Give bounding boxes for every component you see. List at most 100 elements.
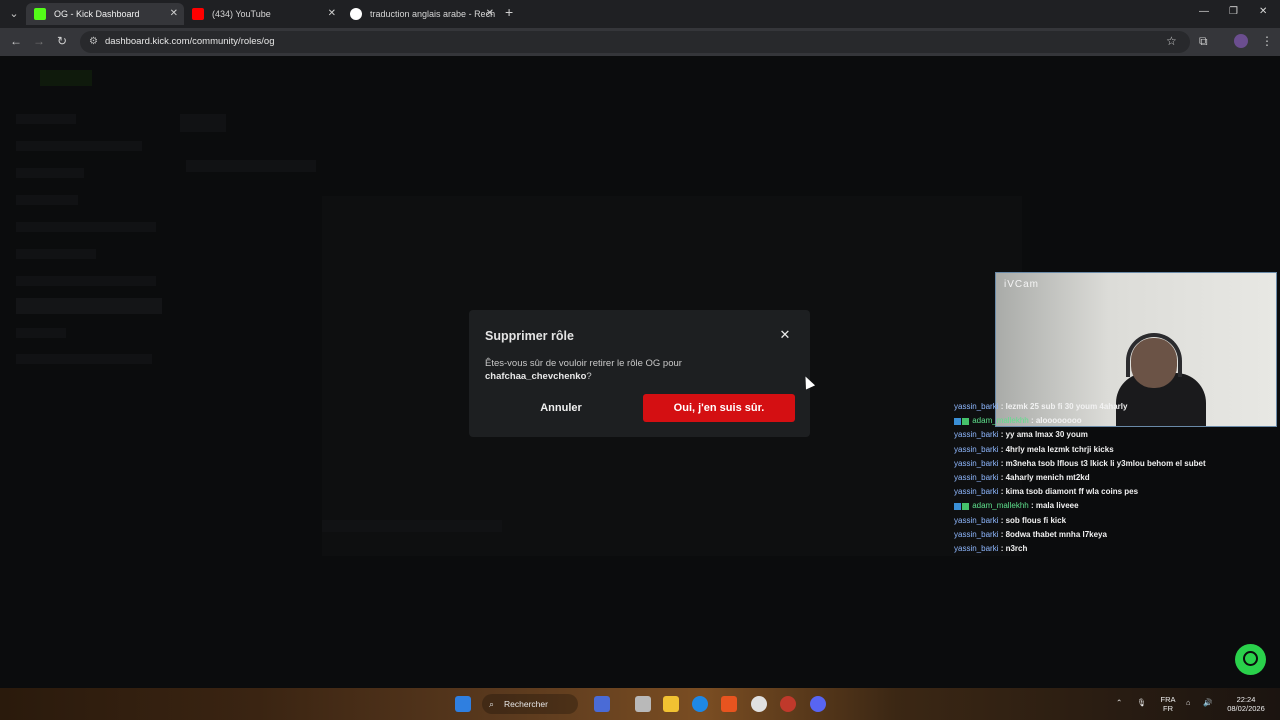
headset-icon xyxy=(1243,651,1258,666)
bookmark-star-icon[interactable]: ☆ xyxy=(1166,34,1177,48)
kick-logo xyxy=(40,70,92,86)
chat-username: adam_mallekhh xyxy=(972,501,1029,511)
chat-text: : kima tsob diamont ff wla coins pes xyxy=(1000,487,1139,497)
tab-youtube[interactable]: (434) YouTube ✕ xyxy=(184,3,342,25)
badge-icon xyxy=(962,417,969,425)
clock[interactable]: 22:24 08/02/2026 xyxy=(1222,695,1270,713)
taskbar-app-icon[interactable] xyxy=(594,696,610,712)
close-window-icon[interactable]: ✕ xyxy=(1259,6,1267,17)
tab-google-search[interactable]: traduction anglais arabe - Rech ✕ xyxy=(342,3,500,25)
tab-title: (434) YouTube xyxy=(212,9,271,19)
webcam-label: iVCam xyxy=(1004,279,1040,290)
remove-role-dialog: Supprimer rôle ✕ Êtes-vous sûr de vouloi… xyxy=(469,310,810,437)
chat-username: yassin_barki xyxy=(954,430,999,440)
tabs-dimmed xyxy=(186,160,316,172)
clock-date: 08/02/2026 xyxy=(1227,704,1265,713)
clock-time: 22:24 xyxy=(1236,695,1256,704)
dialog-message-suffix: ? xyxy=(586,371,592,382)
chat-username: yassin_barki xyxy=(954,487,999,497)
extensions-icon[interactable]: ⧉ xyxy=(1199,34,1208,49)
chat-message: yassin_barki : sob flous fi kick xyxy=(954,516,1274,530)
chrome-icon[interactable] xyxy=(751,696,767,712)
tray-expand-icon[interactable]: ⌃ xyxy=(1116,698,1122,707)
chat-message: yassin_barki : 8odwa thabet mnha l7keya xyxy=(954,530,1274,544)
file-explorer-icon[interactable] xyxy=(663,696,679,712)
close-tab-icon[interactable]: ✕ xyxy=(328,3,336,25)
kick-favicon-icon xyxy=(34,8,46,20)
url-text: dashboard.kick.com/community/roles/og xyxy=(105,36,275,47)
confirm-button[interactable]: Oui, j'en suis sûr. xyxy=(643,394,795,422)
tab-kick-dashboard[interactable]: OG - Kick Dashboard ✕ xyxy=(26,3,184,25)
support-chat-button[interactable] xyxy=(1235,644,1266,675)
chat-text: : 4hrly mela lezmk tchrji kicks xyxy=(1000,444,1114,454)
chat-message: yassin_barki : 4aharly menich mt2kd xyxy=(954,473,1274,487)
chat-text: : lezmk 25 sub fi 30 youm 4aharly xyxy=(1000,402,1128,411)
chat-username: yassin_barki xyxy=(954,472,999,482)
taskbar-search-text: Rechercher xyxy=(504,699,548,709)
dialog-message-text: Êtes-vous sûr de vouloir retirer le rôle… xyxy=(485,358,682,369)
chat-username: yassin_barki xyxy=(954,444,999,454)
address-bar-row: ← → ↻ ⚙ dashboard.kick.com/community/rol… xyxy=(0,28,1280,56)
sidebar-item xyxy=(16,249,96,259)
chat-text: : m3neha tsob lflous t3 lkick li y3mlou … xyxy=(1000,458,1206,468)
forward-icon[interactable]: → xyxy=(33,34,45,48)
chat-message: yassin_barki : lezmk 25 sub fi 30 youm 4… xyxy=(954,402,1274,416)
chat-message: adam_mallekhh : aloooooooo xyxy=(954,416,1274,430)
site-info-icon[interactable]: ⚙ xyxy=(89,31,98,53)
dialog-title: Supprimer rôle xyxy=(485,329,574,343)
volume-icon[interactable]: 🔊 xyxy=(1203,698,1212,707)
chat-text: : mala liveee xyxy=(1030,501,1079,511)
chat-message: yassin_barki : 4hrly mela lezmk tchrji k… xyxy=(954,445,1274,459)
microphone-icon[interactable]: 🎙 xyxy=(1137,698,1147,707)
taskbar-search[interactable]: ⌕ Rechercher xyxy=(482,694,578,714)
chat-message: adam_mallekhh : mala liveee xyxy=(954,501,1274,515)
tab-title: traduction anglais arabe - Rech xyxy=(370,9,496,19)
chat-text: : aloooooooo xyxy=(1030,416,1082,426)
close-tab-icon[interactable]: ✕ xyxy=(170,3,178,25)
minimize-icon[interactable]: — xyxy=(1199,6,1209,17)
sidebar-item xyxy=(16,222,156,232)
cancel-button[interactable]: Annuler xyxy=(485,394,637,422)
app-icon[interactable] xyxy=(721,696,737,712)
youtube-favicon-icon xyxy=(192,8,204,20)
chat-username: yassin_barki xyxy=(954,529,999,539)
language-indicator[interactable]: FRA FR xyxy=(1157,695,1179,713)
chat-overlay: yassin_barki : lezmk 25 sub fi 30 youm 4… xyxy=(954,402,1274,558)
badge-icon xyxy=(962,502,969,510)
google-favicon-icon xyxy=(350,8,362,20)
windows-taskbar: ⌕ Rechercher ⌃ 🎙 FRA FR ⌂ 🔊 22:24 08/02/20… xyxy=(0,688,1280,720)
sidebar-item xyxy=(16,195,78,205)
chat-text: : 4aharly menich mt2kd xyxy=(1000,472,1090,482)
profile-avatar[interactable] xyxy=(1234,34,1248,48)
page-heading-dimmed xyxy=(180,114,226,132)
chat-text: : 8odwa thabet mnha l7keya xyxy=(1000,529,1107,539)
edge-icon[interactable] xyxy=(692,696,708,712)
windows-start-icon[interactable] xyxy=(455,696,471,712)
network-icon[interactable]: ⌂ xyxy=(1186,698,1191,707)
chat-text: : sob flous fi kick xyxy=(1000,515,1067,525)
chat-message: yassin_barki : yy ama lmax 30 youm xyxy=(954,430,1274,444)
tab-search-icon[interactable]: ⌄ xyxy=(6,6,22,22)
restore-icon[interactable]: ❐ xyxy=(1229,6,1238,17)
close-icon[interactable]: ✕ xyxy=(778,328,792,342)
sidebar-item xyxy=(16,114,76,124)
close-tab-icon[interactable]: ✕ xyxy=(486,3,494,25)
chat-text: : yy ama lmax 30 youm xyxy=(1000,430,1088,440)
app-icon[interactable] xyxy=(780,696,796,712)
chat-text: : n3rch xyxy=(1000,543,1028,553)
back-icon[interactable]: ← xyxy=(10,34,22,48)
menu-icon[interactable]: ⋮ xyxy=(1261,34,1273,48)
task-view-icon[interactable] xyxy=(635,696,651,712)
reload-icon[interactable]: ↻ xyxy=(57,34,67,48)
language-top: FRA xyxy=(1160,695,1176,704)
chat-message: yassin_barki : m3neha tsob lflous t3 lki… xyxy=(954,459,1274,473)
sidebar-item xyxy=(16,276,156,286)
browser-tab-strip: ⌄ OG - Kick Dashboard ✕ (434) YouTube ✕ … xyxy=(0,0,1280,28)
sidebar-item-active xyxy=(16,298,162,314)
chat-username: yassin_barki xyxy=(954,543,999,553)
badge-icon xyxy=(954,502,961,510)
new-tab-button[interactable]: + xyxy=(505,4,513,20)
url-field[interactable]: ⚙ dashboard.kick.com/community/roles/og xyxy=(80,31,1190,53)
discord-icon[interactable] xyxy=(810,696,826,712)
badge-icon xyxy=(954,417,961,425)
